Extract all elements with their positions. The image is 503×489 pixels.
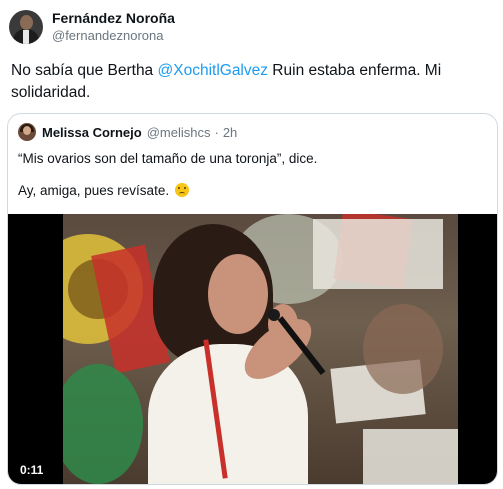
video-player[interactable]: 0:11 — [8, 214, 497, 484]
author-display-name[interactable]: Fernández Noroña — [52, 10, 175, 28]
quoted-author-avatar[interactable] — [18, 123, 36, 141]
video-thumbnail[interactable] — [63, 214, 458, 484]
author-avatar[interactable] — [9, 10, 43, 44]
quoted-tweet-header: Melissa Cornejo @melishcs · 2h — [18, 123, 237, 141]
video-duration: 0:11 — [20, 463, 44, 477]
tweet-text-before: No sabía que Bertha — [11, 62, 158, 79]
crying-face-emoji-icon — [174, 183, 189, 197]
tweet-mention-link[interactable]: @XochitlGalvez — [158, 62, 269, 79]
tweet-card: Fernández Noroña @fernandeznorona No sab… — [0, 0, 503, 489]
quoted-tweet-text: “Mis ovarios son del tamaño de una toron… — [18, 150, 478, 200]
quoted-text-line-1: “Mis ovarios son del tamaño de una toron… — [18, 151, 318, 166]
quoted-text-line-2: Ay, amiga, pues revísate. — [18, 183, 170, 198]
quoted-author-display-name[interactable]: Melissa Cornejo — [42, 125, 142, 140]
quoted-author-handle[interactable]: @melishcs — [147, 125, 211, 140]
author-handle[interactable]: @fernandeznorona — [52, 28, 175, 44]
quoted-tweet[interactable]: Melissa Cornejo @melishcs · 2h “Mis ovar… — [7, 113, 498, 485]
quoted-timestamp[interactable]: 2h — [223, 125, 237, 140]
tweet-text: No sabía que Bertha @XochitlGalvez Ruin … — [11, 60, 491, 104]
tweet-author: Fernández Noroña @fernandeznorona — [9, 10, 175, 44]
quoted-separator-dot: · — [214, 124, 219, 140]
